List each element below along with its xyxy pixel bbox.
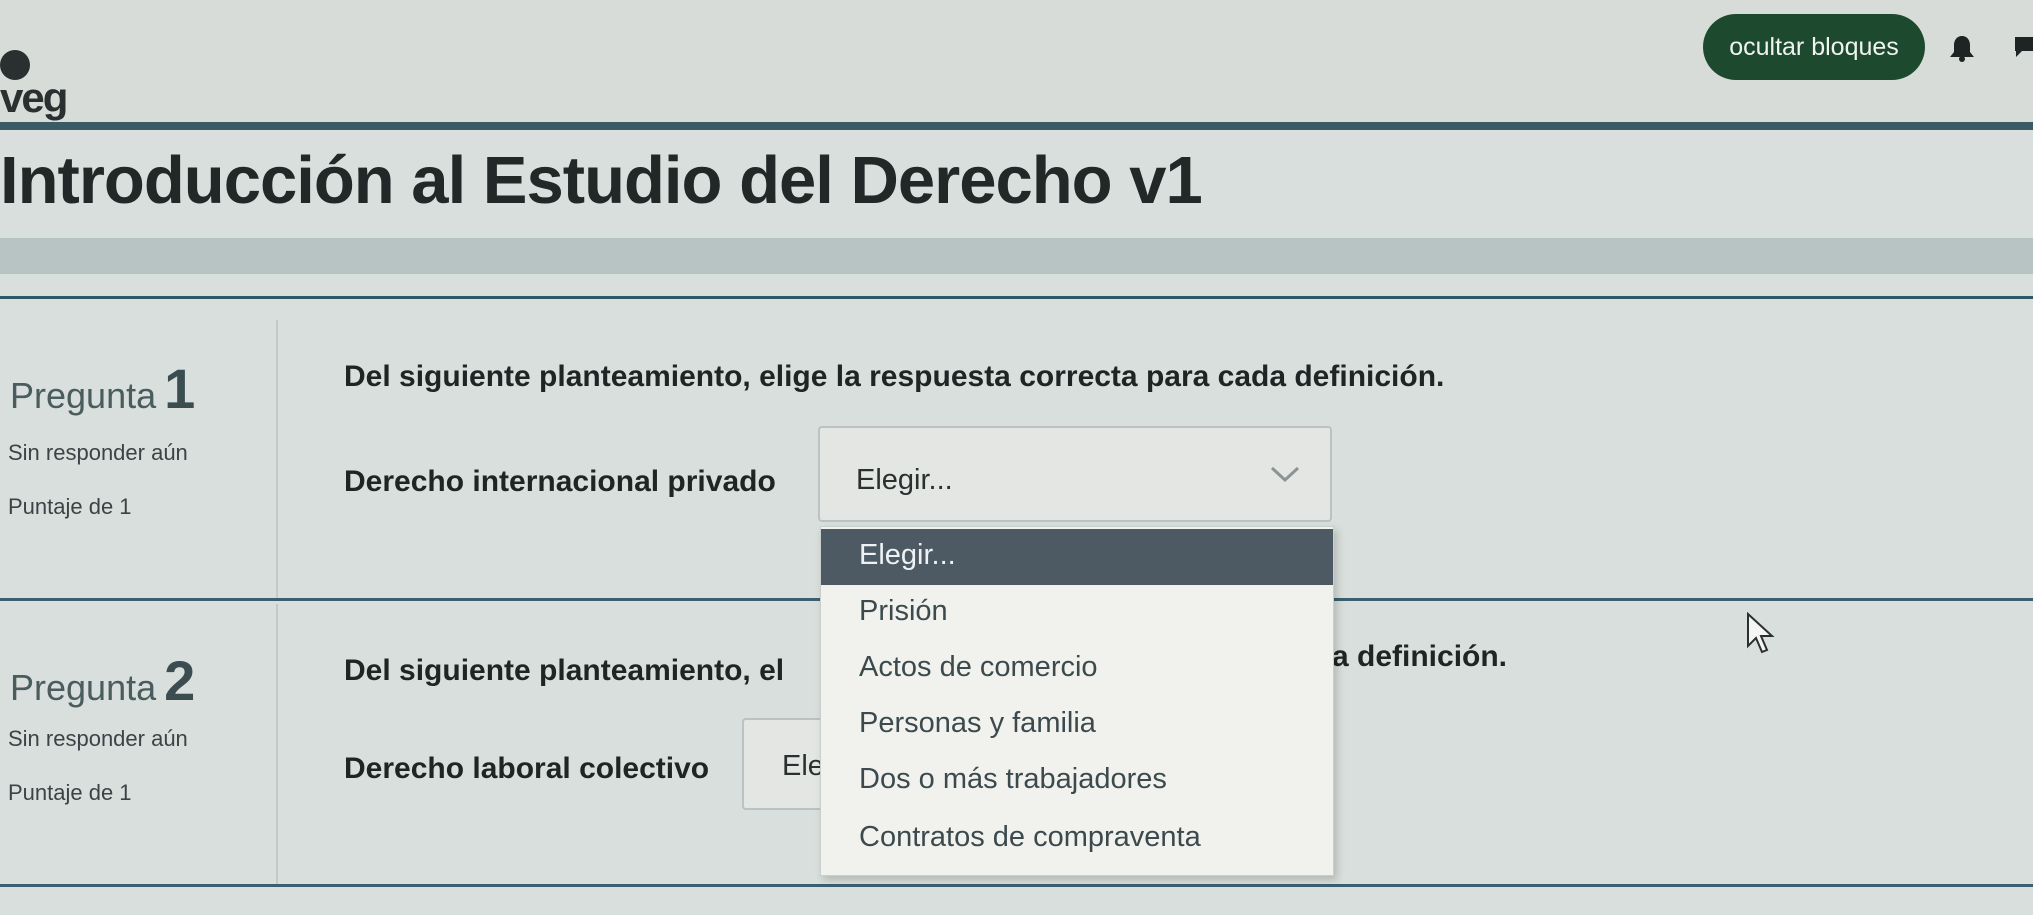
question-1-column-divider <box>276 320 278 598</box>
question-2-score: Puntaje de 1 <box>8 780 132 805</box>
question-2-column-divider <box>276 604 278 884</box>
question-2-prompt-left: Del siguiente planteamiento, el <box>344 654 785 687</box>
chevron-down-icon <box>1270 466 1300 483</box>
question-1-prompt: Del siguiente planteamiento, elige la re… <box>344 360 1445 393</box>
question-1-answer-select[interactable]: Elegir... <box>818 426 1332 522</box>
option-label: Elegir... <box>859 539 956 571</box>
title-stripe <box>0 238 2033 274</box>
question-1-score: Puntaje de 1 <box>8 494 132 519</box>
mouse-cursor-icon <box>1747 612 1775 654</box>
question-2-label: Pregunta 2 <box>10 648 195 713</box>
dropdown-option[interactable]: Personas y familia <box>821 697 1333 753</box>
option-label: Personas y familia <box>859 707 1096 739</box>
content-divider <box>0 296 2033 299</box>
question-label-text: Pregunta <box>10 375 157 416</box>
question-1-term: Derecho internacional privado <box>344 465 776 498</box>
dropdown-option[interactable]: Prisión <box>821 585 1333 641</box>
hide-blocks-button[interactable]: ocultar bloques <box>1703 14 1925 80</box>
question-2-state: Sin responder aún <box>8 726 188 751</box>
question-number: 1 <box>164 357 196 420</box>
bell-icon[interactable] <box>1948 34 1976 62</box>
dropdown-option[interactable]: Dos o más trabajadores <box>821 753 1333 809</box>
chat-icon[interactable] <box>2012 34 2033 60</box>
answer-options-dropdown[interactable]: Elegir... Prisión Actos de comercio Pers… <box>820 526 1334 876</box>
select-value: Elegir... <box>856 464 953 496</box>
dropdown-option[interactable]: Actos de comercio <box>821 641 1333 697</box>
question-2-term: Derecho laboral colectivo <box>344 752 710 785</box>
option-label: Contratos de compraventa <box>859 821 1201 853</box>
dropdown-option[interactable]: Contratos de compraventa <box>821 811 1333 867</box>
question-label-text: Pregunta <box>10 667 157 708</box>
logo-text: veg <box>0 74 68 121</box>
page-title: Introducción al Estudio del Derecho v1 <box>0 143 1203 218</box>
question-number: 2 <box>164 649 196 712</box>
option-label: Prisión <box>859 595 948 627</box>
question-2-prompt-right: a definición. <box>1332 640 1508 673</box>
option-label: Dos o más trabajadores <box>859 763 1167 795</box>
dropdown-option[interactable]: Elegir... <box>821 529 1333 585</box>
option-label: Actos de comercio <box>859 651 1098 683</box>
question-1-label: Pregunta 1 <box>10 356 195 421</box>
question-1-state: Sin responder aún <box>8 440 188 465</box>
select-value: Ele <box>782 750 824 782</box>
question-divider <box>0 884 2033 887</box>
site-logo[interactable]: veg <box>0 46 70 121</box>
header-divider <box>0 122 2033 130</box>
